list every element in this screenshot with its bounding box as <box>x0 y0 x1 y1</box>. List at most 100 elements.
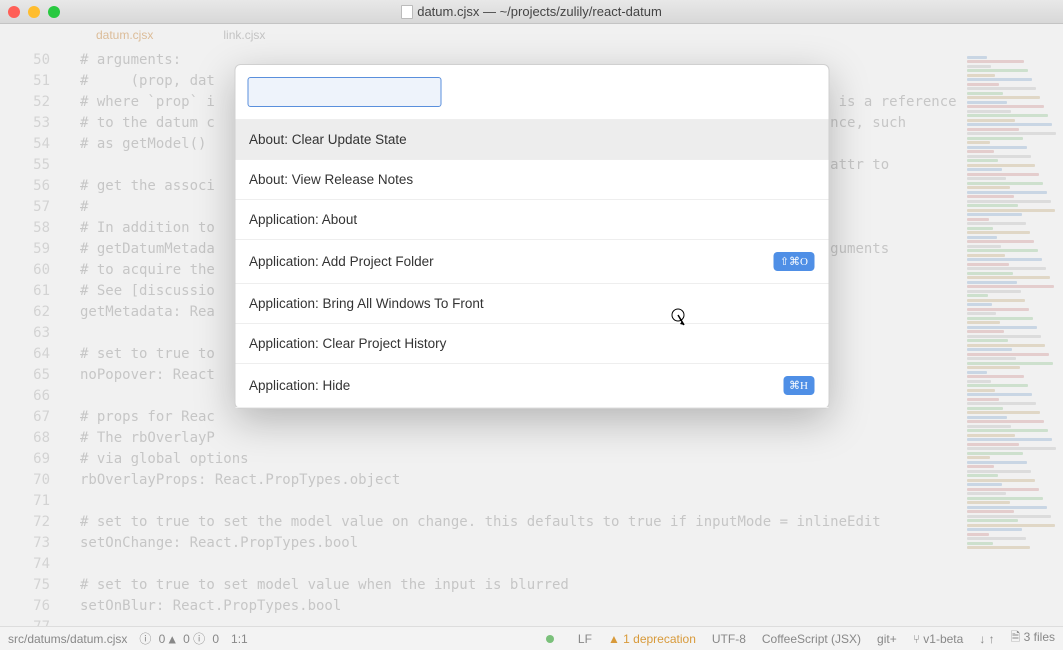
code-line[interactable]: # props for Reac <box>80 407 963 428</box>
files-icon: 🗎 <box>1011 630 1024 644</box>
line-number: 59 <box>0 239 80 260</box>
line-number: 60 <box>0 260 80 281</box>
code-line[interactable]: # The rbOverlayP <box>80 428 963 449</box>
minimap-line <box>967 321 1000 324</box>
minimap-line <box>967 204 1018 207</box>
minimap-line <box>967 119 1015 122</box>
minimap-line <box>967 294 988 297</box>
status-cursor[interactable]: 1:1 <box>231 632 248 646</box>
line-number: 52 <box>0 92 80 113</box>
status-files[interactable]: 🗎 3 files <box>1011 628 1055 649</box>
line-number: 72 <box>0 512 80 533</box>
minimap-line <box>967 177 1006 180</box>
minimap-line <box>967 281 1017 284</box>
status-git[interactable]: git+ <box>877 632 897 646</box>
minimap-line <box>967 159 998 162</box>
minimap-line <box>967 290 1021 293</box>
minimap-line <box>967 317 1033 320</box>
minimap-line <box>967 195 1014 198</box>
line-number: 55 <box>0 155 80 176</box>
status-line-ending[interactable]: LF <box>578 632 592 646</box>
code-line[interactable] <box>80 491 963 512</box>
minimap-line <box>967 218 989 221</box>
tab-label: link.cjsx <box>223 28 265 42</box>
code-line[interactable]: setOnChange: React.PropTypes.bool <box>80 533 963 554</box>
minimap-line <box>967 92 1003 95</box>
minimap-line <box>967 519 1018 522</box>
code-line[interactable]: # set to true to set the model value on … <box>80 512 963 533</box>
minimap-line <box>967 249 1038 252</box>
minimap-line <box>967 470 1031 473</box>
minimap-line <box>967 236 997 239</box>
code-line[interactable] <box>80 554 963 575</box>
minimap-line <box>967 308 1029 311</box>
command-palette-item[interactable]: Application: About <box>235 200 828 240</box>
minimap-line <box>967 366 1020 369</box>
minimap-line <box>967 438 1052 441</box>
command-palette-item[interactable]: Application: Bring All Windows To Front <box>235 284 828 324</box>
status-diagnostics[interactable]: ⓘ 0 ▲ 0 ⓘ 0 <box>139 630 219 647</box>
minimap-line <box>967 155 1031 158</box>
line-number: 74 <box>0 554 80 575</box>
command-palette-input[interactable] <box>247 77 441 107</box>
command-palette-item[interactable]: About: Clear Update State <box>235 120 828 160</box>
minimap-line <box>967 186 1010 189</box>
minimap-line <box>967 245 1001 248</box>
code-line[interactable]: # set to true to set model value when th… <box>80 575 963 596</box>
minimap[interactable] <box>963 48 1063 626</box>
tab-datum[interactable]: datum.cjsx <box>96 24 223 48</box>
command-label: About: View Release Notes <box>249 172 413 187</box>
line-number: 68 <box>0 428 80 449</box>
minimap-line <box>967 479 1035 482</box>
command-palette-item[interactable]: Application: Hide⌘H <box>235 364 828 408</box>
status-encoding[interactable]: UTF-8 <box>712 632 746 646</box>
status-sync[interactable]: ↓ ↑ <box>979 632 994 646</box>
minimap-line <box>967 114 1048 117</box>
command-palette-item[interactable]: About: View Release Notes <box>235 160 828 200</box>
command-label: Application: Bring All Windows To Front <box>249 296 484 311</box>
minimap-line <box>967 123 1052 126</box>
minimap-line <box>967 87 1036 90</box>
minimap-line <box>967 393 1032 396</box>
info-icon: ⓘ <box>193 632 212 646</box>
tab-link[interactable]: link.cjsx <box>223 24 335 48</box>
minimap-line <box>967 101 1007 104</box>
minimap-line <box>967 515 1051 518</box>
command-label: Application: About <box>249 212 357 227</box>
warning-icon: ▲ <box>169 632 183 646</box>
minimap-line <box>967 240 1034 243</box>
minimap-line <box>967 402 1036 405</box>
minimap-line <box>967 546 1030 549</box>
minimap-line <box>967 474 998 477</box>
line-number: 61 <box>0 281 80 302</box>
keyboard-shortcut: ⇧⌘O <box>774 252 814 271</box>
minimap-line <box>967 60 1024 63</box>
minimap-line <box>967 348 1012 351</box>
command-palette-item[interactable]: Application: Add Project Folder⇧⌘O <box>235 240 828 284</box>
status-path[interactable]: src/datums/datum.cjsx <box>8 632 127 646</box>
code-line[interactable]: rbOverlayProps: React.PropTypes.object <box>80 470 963 491</box>
minimap-line <box>967 389 995 392</box>
command-label: About: Clear Update State <box>249 132 407 147</box>
code-line[interactable]: setOnBlur: React.PropTypes.bool <box>80 596 963 617</box>
minimap-line <box>967 83 999 86</box>
minimap-line <box>967 492 1006 495</box>
minimap-line <box>967 407 1003 410</box>
minimap-line <box>967 398 999 401</box>
line-number: 65 <box>0 365 80 386</box>
line-number: 73 <box>0 533 80 554</box>
minimap-line <box>967 222 1026 225</box>
minimap-line <box>967 209 1055 212</box>
minimap-line <box>967 542 993 545</box>
status-deprecation[interactable]: ▲ 1 deprecation <box>608 632 696 646</box>
code-line[interactable]: # via global options <box>80 449 963 470</box>
status-grammar[interactable]: CoffeeScript (JSX) <box>762 632 861 646</box>
tab-bar: datum.cjsx link.cjsx <box>0 24 1063 48</box>
status-branch[interactable]: ⑂ v1-beta <box>913 632 964 646</box>
minimap-line <box>967 501 1010 504</box>
minimap-line <box>967 69 1028 72</box>
minimap-line <box>967 146 1027 149</box>
minimap-line <box>967 461 1027 464</box>
command-palette-item[interactable]: Application: Clear Project History <box>235 324 828 364</box>
warning-icon: ▲ <box>608 632 623 646</box>
